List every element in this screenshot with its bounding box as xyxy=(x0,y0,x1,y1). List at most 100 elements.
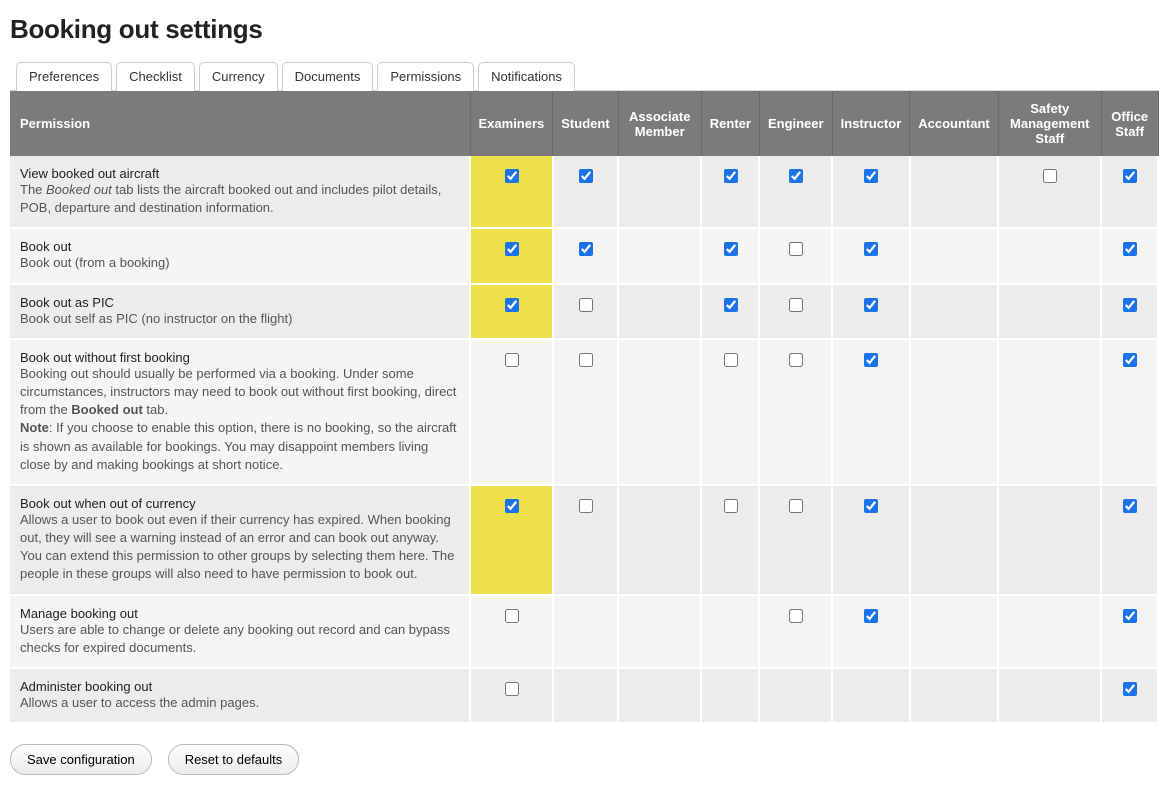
permission-checkbox-cell xyxy=(1101,228,1158,283)
permission-checkbox-cell xyxy=(618,339,701,485)
permission-checkbox-cell xyxy=(701,156,759,228)
permission-description: Booking out should usually be performed … xyxy=(20,366,456,472)
table-row: Book out without first bookingBooking ou… xyxy=(10,339,1158,485)
permission-checkbox[interactable] xyxy=(789,353,803,367)
permission-checkbox[interactable] xyxy=(789,242,803,256)
permission-checkbox-cell xyxy=(832,339,910,485)
column-header: Safety Management Staff xyxy=(998,91,1101,156)
permission-checkbox[interactable] xyxy=(579,353,593,367)
permission-checkbox-cell xyxy=(618,668,701,723)
permission-checkbox-cell xyxy=(998,339,1101,485)
permission-checkbox-cell xyxy=(832,228,910,283)
permission-checkbox-cell xyxy=(470,284,553,339)
permission-checkbox[interactable] xyxy=(789,298,803,312)
permission-title: Book out xyxy=(20,239,461,254)
permission-cell: Book out as PICBook out self as PIC (no … xyxy=(10,284,470,339)
column-header: Office Staff xyxy=(1101,91,1158,156)
permission-checkbox-cell xyxy=(553,668,618,723)
permission-checkbox[interactable] xyxy=(864,242,878,256)
permission-checkbox-cell xyxy=(618,595,701,668)
permission-checkbox-cell xyxy=(1101,595,1158,668)
tab-currency[interactable]: Currency xyxy=(199,62,278,91)
permission-checkbox-cell xyxy=(470,485,553,595)
permission-checkbox-cell xyxy=(759,668,832,723)
column-header: Instructor xyxy=(832,91,910,156)
permission-checkbox-cell xyxy=(553,156,618,228)
tab-permissions[interactable]: Permissions xyxy=(377,62,474,91)
column-header: Renter xyxy=(701,91,759,156)
permission-checkbox-cell xyxy=(470,228,553,283)
permission-description: The Booked out tab lists the aircraft bo… xyxy=(20,182,441,215)
reset-button[interactable]: Reset to defaults xyxy=(168,744,300,775)
permission-title: View booked out aircraft xyxy=(20,166,461,181)
permission-cell: View booked out aircraftThe Booked out t… xyxy=(10,156,470,228)
permission-checkbox[interactable] xyxy=(1123,242,1137,256)
permission-checkbox-cell xyxy=(998,156,1101,228)
permission-checkbox-cell xyxy=(759,595,832,668)
permission-checkbox[interactable] xyxy=(505,682,519,696)
permission-checkbox[interactable] xyxy=(505,242,519,256)
permission-checkbox[interactable] xyxy=(505,169,519,183)
permission-checkbox[interactable] xyxy=(789,169,803,183)
tab-documents[interactable]: Documents xyxy=(282,62,374,91)
permission-checkbox-cell xyxy=(470,668,553,723)
tab-notifications[interactable]: Notifications xyxy=(478,62,575,91)
permission-checkbox[interactable] xyxy=(1123,298,1137,312)
permission-checkbox[interactable] xyxy=(579,242,593,256)
permission-checkbox[interactable] xyxy=(789,499,803,513)
permission-checkbox[interactable] xyxy=(1123,499,1137,513)
permission-checkbox[interactable] xyxy=(789,609,803,623)
permission-checkbox-cell xyxy=(701,228,759,283)
permission-checkbox[interactable] xyxy=(505,499,519,513)
permission-checkbox-cell xyxy=(1101,485,1158,595)
tab-checklist[interactable]: Checklist xyxy=(116,62,195,91)
permission-title: Book out when out of currency xyxy=(20,496,461,511)
permission-checkbox[interactable] xyxy=(724,353,738,367)
permission-checkbox-cell xyxy=(910,228,999,283)
permission-checkbox-cell xyxy=(910,284,999,339)
permission-checkbox-cell xyxy=(618,284,701,339)
permission-description: Allows a user to access the admin pages. xyxy=(20,695,259,710)
permission-checkbox[interactable] xyxy=(1123,353,1137,367)
permission-checkbox[interactable] xyxy=(1123,682,1137,696)
permission-checkbox[interactable] xyxy=(579,499,593,513)
permission-checkbox[interactable] xyxy=(864,298,878,312)
permission-checkbox-cell xyxy=(910,595,999,668)
permission-checkbox-cell xyxy=(759,228,832,283)
table-row: View booked out aircraftThe Booked out t… xyxy=(10,156,1158,228)
permission-checkbox[interactable] xyxy=(864,499,878,513)
tabs: PreferencesChecklistCurrencyDocumentsPer… xyxy=(10,61,1159,91)
permission-checkbox[interactable] xyxy=(1123,169,1137,183)
permission-cell: Book out when out of currencyAllows a us… xyxy=(10,485,470,595)
permission-checkbox[interactable] xyxy=(579,298,593,312)
permission-checkbox[interactable] xyxy=(505,298,519,312)
permission-checkbox-cell xyxy=(701,339,759,485)
permission-checkbox-cell xyxy=(1101,339,1158,485)
permission-checkbox-cell xyxy=(998,668,1101,723)
column-header: Permission xyxy=(10,91,470,156)
permission-checkbox[interactable] xyxy=(1043,169,1057,183)
permission-checkbox-cell xyxy=(832,485,910,595)
permission-checkbox-cell xyxy=(553,284,618,339)
permission-checkbox-cell xyxy=(998,485,1101,595)
permission-checkbox[interactable] xyxy=(579,169,593,183)
permission-checkbox-cell xyxy=(910,485,999,595)
permission-checkbox[interactable] xyxy=(724,242,738,256)
tab-preferences[interactable]: Preferences xyxy=(16,62,112,91)
table-row: Book outBook out (from a booking) xyxy=(10,228,1158,283)
permission-cell: Book outBook out (from a booking) xyxy=(10,228,470,283)
permission-checkbox[interactable] xyxy=(864,609,878,623)
permission-checkbox[interactable] xyxy=(1123,609,1137,623)
permission-cell: Book out without first bookingBooking ou… xyxy=(10,339,470,485)
permission-checkbox[interactable] xyxy=(864,169,878,183)
permission-checkbox[interactable] xyxy=(724,298,738,312)
save-button[interactable]: Save configuration xyxy=(10,744,152,775)
permission-checkbox[interactable] xyxy=(724,499,738,513)
permission-checkbox[interactable] xyxy=(724,169,738,183)
permission-checkbox-cell xyxy=(553,339,618,485)
permission-checkbox[interactable] xyxy=(505,353,519,367)
permission-checkbox[interactable] xyxy=(864,353,878,367)
permission-checkbox-cell xyxy=(553,228,618,283)
permission-checkbox[interactable] xyxy=(505,609,519,623)
permission-checkbox-cell xyxy=(759,485,832,595)
